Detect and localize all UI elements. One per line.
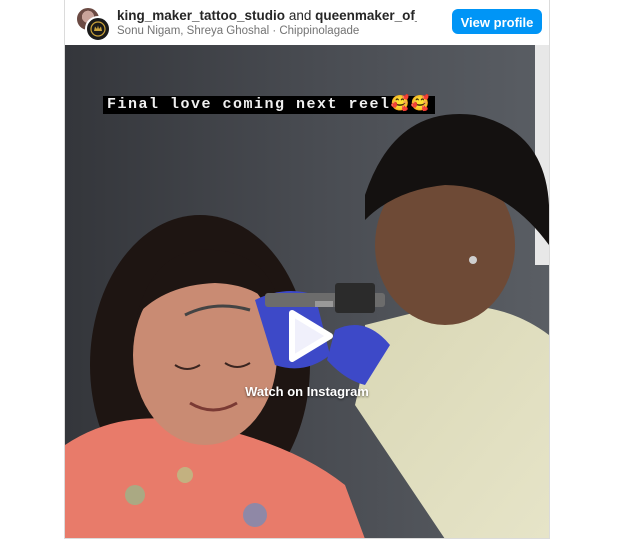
instagram-embed: king_maker_tattoo_studio and queenmaker_…: [64, 0, 550, 539]
collab-names: king_maker_tattoo_studio and queenmaker_…: [117, 8, 417, 24]
watch-on-instagram-link[interactable]: Watch on Instagram: [65, 384, 549, 399]
account-name-secondary[interactable]: queenmaker_of_t...: [315, 8, 417, 23]
video-still: [65, 45, 549, 538]
overlay-caption: Final love coming next reel🥰🥰: [103, 96, 435, 114]
collab-avatars[interactable]: [75, 6, 111, 42]
account-name-primary[interactable]: king_maker_tattoo_studio: [117, 8, 285, 23]
play-icon[interactable]: [278, 307, 336, 365]
collab-joiner: and: [288, 8, 312, 23]
view-profile-button[interactable]: View profile: [452, 9, 542, 34]
audio-location-line: Sonu Nigam, Shreya Ghoshal · Chippinolag…: [117, 25, 360, 37]
avatar-primary: [85, 16, 111, 42]
crown-logo-icon: [90, 21, 106, 37]
post-header: king_maker_tattoo_studio and queenmaker_…: [65, 0, 549, 45]
reel-video[interactable]: Final love coming next reel🥰🥰 Watch on I…: [65, 45, 549, 538]
